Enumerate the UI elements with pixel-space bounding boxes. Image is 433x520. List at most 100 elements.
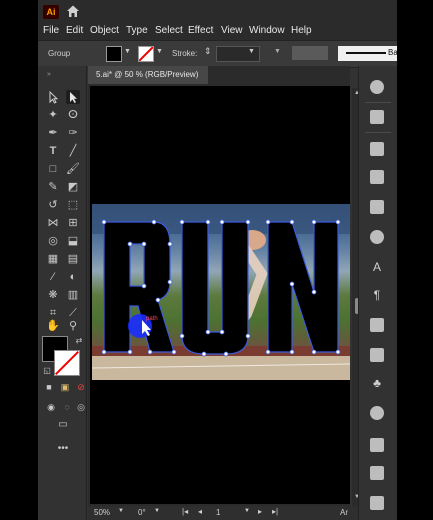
align-panel-icon[interactable] xyxy=(370,142,384,156)
menu-select[interactable]: Select xyxy=(155,25,183,36)
stroke-none-slash xyxy=(55,351,79,375)
curvature-tool-icon[interactable]: ✑ xyxy=(66,126,80,140)
graphic-styles-panel-icon[interactable] xyxy=(370,406,384,420)
stroke-color-box[interactable] xyxy=(54,350,80,376)
draw-normal-icon[interactable]: ◉ xyxy=(44,400,58,414)
artboard[interactable]: path xyxy=(92,204,350,380)
direct-selection-arrow-icon[interactable] xyxy=(66,90,80,104)
properties-panel-icon[interactable] xyxy=(370,80,384,94)
line-tool-icon[interactable]: ╱ xyxy=(66,144,80,158)
artboard-number[interactable]: 1 xyxy=(216,508,220,517)
gradient-mode-icon[interactable]: ▣ xyxy=(58,380,72,394)
document-tab[interactable]: 5.ai* @ 50 % (RGB/Preview) xyxy=(88,66,208,84)
artboard-dropdown-icon[interactable]: ▼ xyxy=(244,508,250,514)
draw-inside-icon[interactable]: ◎ xyxy=(74,400,88,414)
default-colors-icon[interactable]: ◱ xyxy=(40,364,54,378)
control-bar: Group ▼ ▼ Stroke: ⇕ ▼ ▼ Bas xyxy=(38,40,397,68)
slice-tool-icon[interactable]: ⟋ xyxy=(66,306,80,320)
swap-fill-stroke-icon[interactable]: ⇄ xyxy=(72,334,86,348)
eyedropper-icon[interactable]: ⁄ xyxy=(46,270,60,284)
none-mode-icon[interactable]: ⊘ xyxy=(74,380,88,394)
stroke-swatch[interactable] xyxy=(138,46,154,62)
brush-definition-field[interactable]: Bas xyxy=(338,46,397,61)
live-paint-icon[interactable]: ⬓ xyxy=(66,234,80,248)
variable-width-profile-field[interactable] xyxy=(292,46,328,60)
canvas[interactable]: path xyxy=(90,86,350,504)
previous-artboard-icon[interactable]: ◂ xyxy=(198,507,202,516)
status-text: Ar xyxy=(340,508,348,517)
last-artboard-icon[interactable]: ▸| xyxy=(272,507,278,516)
rotate-tool-icon[interactable]: ↺ xyxy=(46,198,60,212)
zoom-level[interactable]: 50% xyxy=(94,508,110,517)
pathfinder-panel-icon[interactable] xyxy=(370,200,384,214)
width-tool-icon[interactable]: ⋈ xyxy=(46,216,60,230)
rectangle-tool-icon[interactable]: □ xyxy=(46,162,60,176)
first-artboard-icon[interactable]: |◂ xyxy=(182,507,188,516)
artboard-tool-icon[interactable]: ⌗ xyxy=(46,306,60,320)
stroke-stepper-icon[interactable]: ⇕ xyxy=(204,46,212,57)
hand-tool-icon[interactable]: ✋ xyxy=(46,319,60,333)
paragraph-panel-icon[interactable]: ¶ xyxy=(370,288,384,302)
transparency-panel-icon[interactable] xyxy=(370,466,384,480)
eraser-icon[interactable]: ◩ xyxy=(66,180,80,194)
home-icon[interactable] xyxy=(65,4,81,18)
menu-effect[interactable]: Effect xyxy=(188,25,213,36)
stroke-panel-icon[interactable] xyxy=(370,438,384,452)
lasso-icon[interactable]: ⵙ xyxy=(66,108,80,122)
color-mode-icon[interactable]: ■ xyxy=(42,380,56,394)
next-artboard-icon[interactable]: ▸ xyxy=(258,507,262,516)
screen-mode-icon[interactable]: ▭ xyxy=(56,418,70,432)
panel-divider xyxy=(365,102,391,103)
appearance-panel-icon[interactable] xyxy=(370,230,384,244)
menu-type[interactable]: Type xyxy=(126,25,148,36)
menu-edit[interactable]: Edit xyxy=(66,25,83,36)
menu-view[interactable]: View xyxy=(221,25,243,36)
paintbrush-icon[interactable]: 🖌 xyxy=(66,162,80,176)
transform-panel-icon[interactable] xyxy=(370,170,384,184)
stroke-label[interactable]: Stroke: xyxy=(172,49,197,58)
fill-swatch[interactable] xyxy=(106,46,122,62)
edit-toolbar-icon[interactable]: ••• xyxy=(56,442,70,456)
type-tool-icon[interactable]: T xyxy=(46,144,60,158)
menu-window[interactable]: Window xyxy=(249,25,285,36)
layers-panel-icon[interactable] xyxy=(370,496,384,510)
title-bar: Ai xyxy=(38,0,397,22)
rotation-dropdown-icon[interactable]: ▼ xyxy=(154,508,160,514)
free-transform-icon[interactable]: ⊞ xyxy=(66,216,80,230)
libraries-panel-icon[interactable] xyxy=(370,348,384,362)
column-graph-icon[interactable]: ▥ xyxy=(66,288,80,302)
scale-tool-icon[interactable]: ⬚ xyxy=(66,198,80,212)
mesh-tool-icon[interactable]: ▤ xyxy=(66,252,80,266)
comments-panel-icon[interactable] xyxy=(370,110,384,124)
draw-behind-icon[interactable]: ◌ xyxy=(60,400,74,414)
shaper-tool-icon[interactable]: ✎ xyxy=(46,180,60,194)
stroke-dropdown-icon[interactable]: ▼ xyxy=(156,48,163,55)
perspective-grid-icon[interactable]: ▦ xyxy=(46,252,60,266)
selection-type-label: Group xyxy=(48,49,71,58)
magic-wand-icon[interactable]: ✦ xyxy=(46,108,60,122)
variable-width-dropdown-icon[interactable]: ▼ xyxy=(274,48,281,55)
selection-arrow-icon[interactable] xyxy=(46,90,60,104)
symbols-panel-icon[interactable]: ♣ xyxy=(370,376,384,390)
menu-object[interactable]: Object xyxy=(90,25,119,36)
app-logo: Ai xyxy=(43,5,59,19)
brushes-panel-icon[interactable] xyxy=(370,318,384,332)
blend-tool-icon[interactable]: ◐ xyxy=(66,270,80,284)
menu-help[interactable]: Help xyxy=(291,25,312,36)
rotation-value[interactable]: 0° xyxy=(138,508,146,517)
collapse-panel-icon[interactable]: » xyxy=(42,68,56,82)
zoom-tool-icon[interactable]: ⚲ xyxy=(66,319,80,333)
fill-dropdown-icon[interactable]: ▼ xyxy=(124,48,131,55)
symbol-sprayer-icon[interactable]: ❋ xyxy=(46,288,60,302)
shape-builder-icon[interactable]: ◎ xyxy=(46,234,60,248)
artwork-layer[interactable]: path xyxy=(92,204,350,380)
menu-file[interactable]: File xyxy=(43,25,59,36)
panel-divider xyxy=(365,132,391,133)
character-panel-icon[interactable]: A xyxy=(370,260,384,274)
no-stroke-icon xyxy=(139,47,153,61)
panel-dock: A ¶ ♣ xyxy=(358,66,397,520)
stroke-weight-dropdown-icon[interactable]: ▼ xyxy=(248,48,255,55)
document-tab-title: 5.ai* @ 50 % (RGB/Preview) xyxy=(96,70,199,79)
zoom-dropdown-icon[interactable]: ▼ xyxy=(118,508,124,514)
pen-tool-icon[interactable]: ✒ xyxy=(46,126,60,140)
